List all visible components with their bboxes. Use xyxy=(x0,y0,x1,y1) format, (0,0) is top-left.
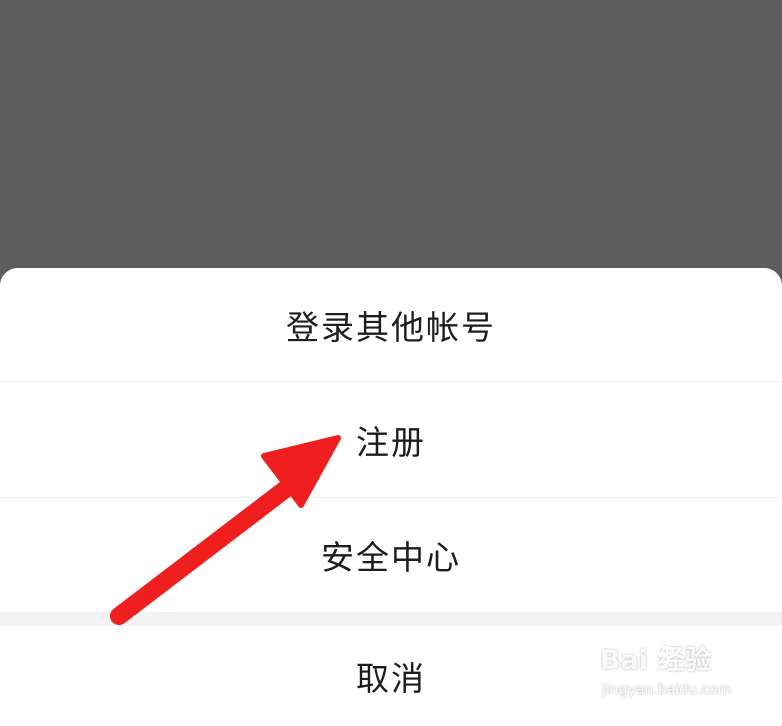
security-center-label: 安全中心 xyxy=(321,538,461,577)
screen: 登录其他帐号 注册 安全中心 取消 Bai 经验 jingyan.baidu.c… xyxy=(0,0,782,726)
action-sheet: 登录其他帐号 注册 安全中心 取消 xyxy=(0,268,782,726)
register-label: 注册 xyxy=(356,422,426,462)
login-other-account-label: 登录其他帐号 xyxy=(286,307,496,347)
cancel-button[interactable]: 取消 xyxy=(0,626,782,726)
cancel-label: 取消 xyxy=(356,659,426,698)
login-other-account-option[interactable]: 登录其他帐号 xyxy=(0,268,782,381)
cancel-separator xyxy=(0,612,782,626)
register-option[interactable]: 注册 xyxy=(0,382,782,497)
security-center-option[interactable]: 安全中心 xyxy=(0,498,782,612)
dimmed-overlay[interactable] xyxy=(0,0,782,268)
